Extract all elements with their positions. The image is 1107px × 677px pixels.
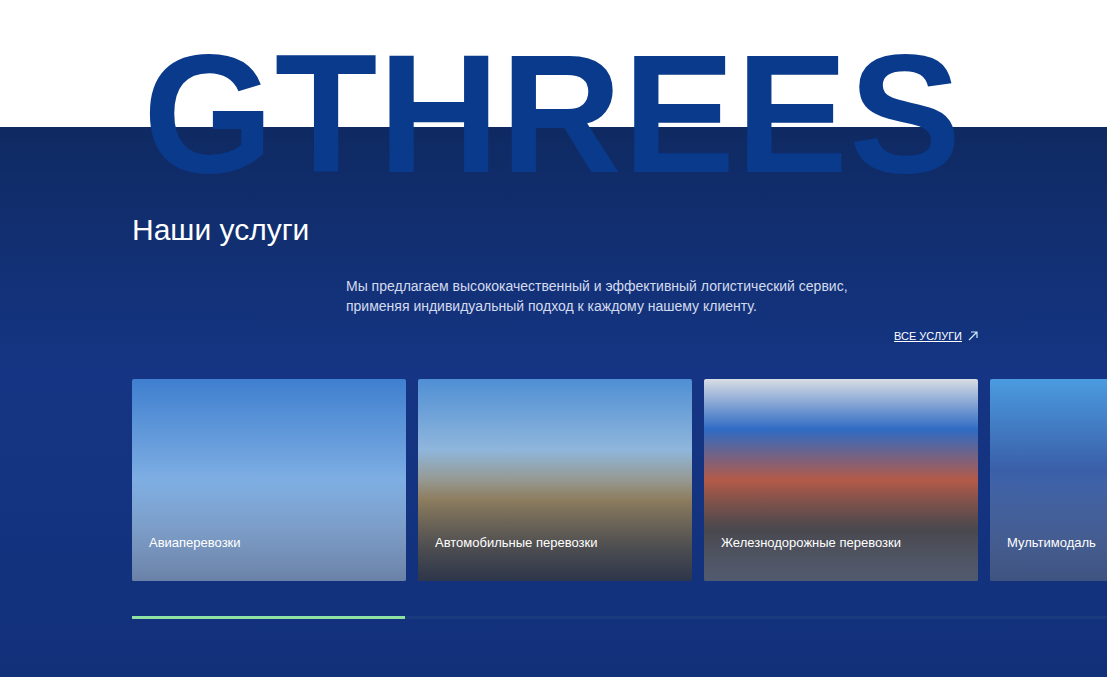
carousel-progress[interactable]: [132, 616, 1107, 619]
description-line: применяя индивидуальный подход к каждому…: [346, 296, 1107, 316]
section-title: Наши услуги: [132, 212, 1107, 248]
section-description: Мы предлагаем высококачественный и эффек…: [346, 276, 1107, 316]
brand-watermark: GTHREES: [143, 30, 962, 198]
services-section: Наши услуги Мы предлагаем высококачествен…: [0, 127, 1107, 677]
all-services-link[interactable]: ВСЕ УСЛУГИ: [894, 329, 978, 343]
card-label: Мультимодаль: [1007, 535, 1096, 551]
link-row: ВСЕ УСЛУГИ: [132, 329, 978, 343]
cards-row: Авиаперевозки Автомобильные перевозки Желе…: [132, 379, 1107, 581]
service-card[interactable]: Железнодорожные перевозки: [704, 379, 978, 581]
description-line: Мы предлагаем высококачественный и эффек…: [346, 276, 1107, 296]
all-services-label: ВСЕ УСЛУГИ: [894, 329, 962, 343]
service-card[interactable]: Автомобильные перевозки: [418, 379, 692, 581]
arrow-up-right-icon: [968, 331, 978, 341]
card-label: Автомобильные перевозки: [435, 535, 597, 551]
service-card[interactable]: Мультимодаль: [990, 379, 1107, 581]
card-shade: [418, 379, 692, 581]
service-card[interactable]: Авиаперевозки: [132, 379, 406, 581]
card-shade: [704, 379, 978, 581]
carousel-progress-fill: [132, 616, 405, 619]
card-label: Железнодорожные перевозки: [721, 535, 901, 551]
card-label: Авиаперевозки: [149, 535, 241, 551]
card-shade: [990, 379, 1107, 581]
card-shade: [132, 379, 406, 581]
